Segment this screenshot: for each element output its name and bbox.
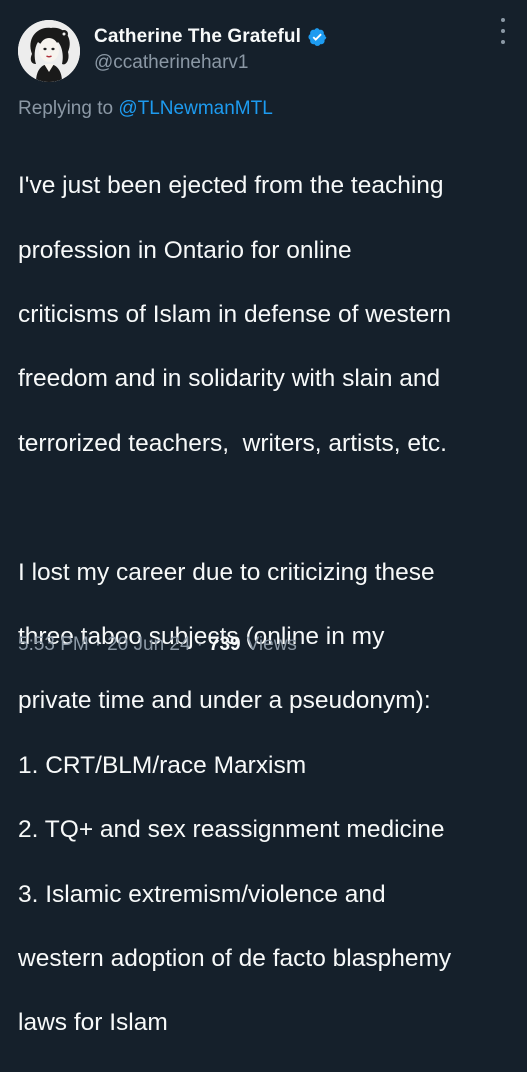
tweet-line: laws for Islam [18,1009,168,1037]
meta-separator: · [94,634,102,655]
tweet: Catherine The Grateful @ccatherineharv1 … [0,0,527,1036]
tweet-line: freedom and in solidarity with slain and [18,365,441,393]
tweet-line: profession in Ontario for online [18,236,352,264]
tweet-header: Catherine The Grateful @ccatherineharv1 [18,20,518,84]
tweet-date[interactable]: 20 Jun 24 [107,634,190,656]
more-options-icon[interactable] [493,18,513,44]
verified-badge-icon [307,27,327,47]
tweet-meta: 5:53 PM · 20 Jun 24 · 739 Views [18,634,297,656]
tweet-line: terrorized teachers, writers, artists, e… [18,429,447,457]
tweet-line: criticisms of Islam in defense of wester… [18,301,451,329]
avatar[interactable] [18,20,80,82]
tweet-line: 3. Islamic extremism/violence and [18,880,386,908]
replying-to: Replying to @TLNewmanMTL [18,98,273,120]
tweet-line: 2. TQ+ and sex reassignment medicine [18,816,445,844]
views-count: 739 [208,634,241,655]
more-dot [501,40,505,44]
display-name[interactable]: Catherine The Grateful [94,26,301,48]
tweet-line: 1. CRT/BLM/race Marxism [18,751,307,779]
replying-prefix: Replying to [18,98,114,119]
tweet-line: I've just been ejected from the teaching [18,172,444,200]
paragraph-break [18,492,518,524]
tweet-line: I lost my career due to criticizing thes… [18,558,435,586]
tweet-text: I've just been ejected from the teaching… [18,138,518,1072]
tweet-line: private time and under a pseudonym): [18,687,431,715]
more-dot [501,18,505,22]
more-dot [501,29,505,33]
tweet-time[interactable]: 5:53 PM [18,634,89,656]
avatar-illustration [18,20,80,82]
author-handle[interactable]: @ccatherineharv1 [94,52,248,74]
meta-separator: · [196,634,203,655]
tweet-line: western adoption of de facto blasphemy [18,945,452,973]
views-label: Views [246,634,297,655]
reply-to-handle-link[interactable]: @TLNewmanMTL [118,98,272,119]
name-row: Catherine The Grateful [94,26,327,48]
